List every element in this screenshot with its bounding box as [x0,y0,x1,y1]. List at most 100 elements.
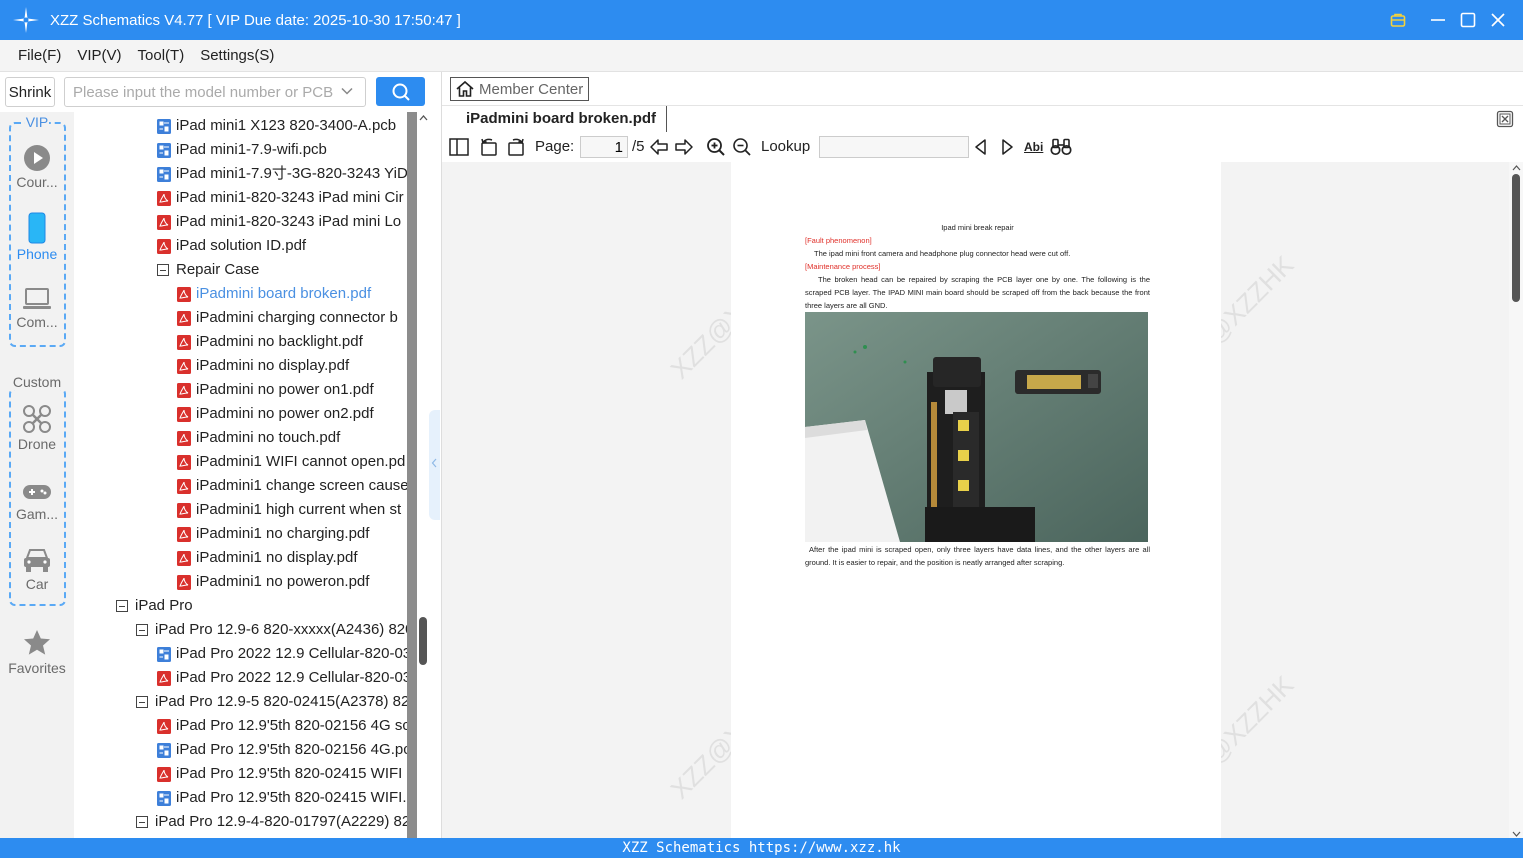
nav-item-course[interactable]: Cour... [0,144,74,190]
tree-file-item[interactable]: iPadmini1 change screen cause [177,474,407,498]
menu-vip[interactable]: VIP(V) [77,47,121,64]
tree-file-item[interactable]: iPad mini1-7.9寸-3G-820-3243 YiD [157,162,407,186]
sidebar-toggle-button[interactable] [449,137,469,157]
nav-item-phone[interactable]: Phone [0,212,74,262]
vip-bag-icon[interactable] [1383,0,1413,40]
tree-folder[interactable]: iPad Pro [116,594,193,618]
nav-item-label: Com... [16,314,58,330]
member-center-button[interactable]: Member Center [450,77,589,101]
tree-file-item[interactable]: iPad Pro 12.9'5th 820-02415 WIFI.p [157,786,407,810]
tree-file-item[interactable]: iPad Pro 12.9'5th 820-02156 4G sc [157,714,407,738]
tree-item-label: iPadmini no backlight.pdf [196,333,363,350]
tree-file-item[interactable]: iPadmini1 high current when st [177,498,401,522]
scroll-down-icon[interactable] [1512,830,1521,838]
rotate-right-button[interactable] [506,137,526,157]
tree-item-label: iPadmini1 change screen cause [196,477,407,494]
tree-file-item[interactable]: iPad mini1-7.9-wifi.pcb [157,138,327,162]
find-next-button[interactable] [999,137,1015,157]
viewer-scrollbar[interactable] [1509,162,1523,838]
close-button[interactable] [1483,0,1513,40]
match-case-button[interactable]: Abi [1024,137,1043,157]
tree-file-item[interactable]: iPad mini1-820-3243 iPad mini Cir [157,186,404,210]
rotate-left-button[interactable] [479,137,499,157]
tree-file-item[interactable]: iPadmini no power on1.pdf [177,378,374,402]
tree-file-item[interactable]: iPad Pro 12.9'5th 820-02415 WIFI s [157,762,407,786]
pcb-file-icon [157,790,171,806]
title-bar: XZZ Schematics V4.77 [ VIP Due date: 202… [0,0,1523,40]
tree-file-item[interactable]: iPad Pro 12.9'5th 820-02156 4G.pc [157,738,407,762]
shrink-button[interactable]: Shrink [5,77,55,107]
tree-file-item[interactable]: iPadmini1 no display.pdf [177,546,357,570]
tree-item-label: iPad solution ID.pdf [176,237,307,254]
viewer-scroll-thumb[interactable] [1512,174,1520,302]
nav-item-car[interactable]: Car [0,546,74,592]
tab-document[interactable]: iPadmini board broken.pdf [456,106,668,132]
tree-file-item[interactable]: iPadmini charging connector b [177,306,398,330]
doc-caption: After the ipad mini is scraped open, onl… [805,545,1150,567]
board-photo [805,312,1148,542]
pdf-file-icon [177,334,191,350]
nav-item-favorites[interactable]: Favorites [0,628,74,676]
tree-folder[interactable]: iPad Pro 12.9-6 820-xxxxx(A2436) 820 [136,618,407,642]
minimize-button[interactable] [1423,0,1453,40]
pdf-file-icon [157,718,171,734]
tree-file-item[interactable]: iPad Pro 2022 12.9 Cellular-820-03 [157,642,407,666]
nav-item-game[interactable]: Gam... [0,480,74,522]
maximize-button[interactable] [1453,0,1483,40]
zoom-in-button[interactable] [706,137,726,157]
doc-maint-label: [Maintenance process] [805,262,881,271]
menu-tool[interactable]: Tool(T) [138,47,185,64]
nav-item-drone[interactable]: Drone [0,404,74,452]
tree-file-item[interactable]: iPad mini1 X123 820-3400-A.pcb [157,114,396,138]
car-icon [24,549,50,572]
find-prev-button[interactable] [973,137,989,157]
search-input[interactable] [64,77,366,107]
tree-file-item[interactable]: iPadmini no backlight.pdf [177,330,363,354]
scroll-up-icon[interactable] [419,114,428,123]
zoom-out-button[interactable] [732,137,752,157]
chevron-down-icon[interactable] [340,84,354,98]
tree-file-item[interactable]: iPadmini no display.pdf [177,354,349,378]
tree-file-item[interactable]: iPad solution ID.pdf [157,234,306,258]
nav-item-computer[interactable]: Com... [0,286,74,330]
menu-settings[interactable]: Settings(S) [200,47,274,64]
tree-item-label: iPadmini board broken.pdf [196,285,372,302]
tree-file-item[interactable]: iPadmini1 no charging.pdf [177,522,369,546]
tree-item-label: iPadmini no power on2.pdf [196,405,374,422]
next-page-button[interactable] [674,137,694,157]
panel-splitter[interactable] [429,410,440,520]
tree-file-item[interactable]: iPad mini1-820-3243 iPad mini Lo [157,210,401,234]
tree-file-item[interactable]: iPad Pro 2022 12.9 Cellular-820-03 [157,666,407,690]
close-tab-icon[interactable] [1496,110,1514,128]
pdf-file-icon [177,502,191,518]
pdf-file-icon [177,382,191,398]
search-icon [392,83,410,101]
prev-page-button[interactable] [649,137,669,157]
pdf-file-icon [177,310,191,326]
tree-item-label: iPadmini no display.pdf [196,357,350,374]
tree-file-item[interactable]: iPadmini1 WIFI cannot open.pd [177,450,405,474]
tree-scroll-thumb[interactable] [419,617,427,665]
pdf-file-icon [157,238,171,254]
tree-file-item[interactable]: iPadmini1 no poweron.pdf [177,570,369,594]
tree-folder[interactable]: Repair Case [157,258,259,282]
lookup-input[interactable] [819,136,969,158]
pcb-file-icon [157,646,171,662]
tree-folder[interactable]: iPad Pro 12.9-4-820-01797(A2229) 82 [136,810,407,834]
binoculars-button[interactable] [1050,137,1072,157]
tree-file-item[interactable]: iPadmini no touch.pdf [177,426,340,450]
tree-folder[interactable]: iPad Pro 12.9-5 820-02415(A2378) 82 [136,690,407,714]
star-icon [24,630,50,655]
doc-fault-label: [Fault phenomenon] [805,236,872,245]
binoculars-icon [1050,138,1072,156]
tree-file-item[interactable]: iPadmini board broken.pdf [177,282,371,306]
pdf-viewer[interactable]: XZZ@XZZHK XZZ@XZZHK XZZ@XZZHK XZZ@XZZHK … [442,162,1523,838]
tree-file-item[interactable]: iPadmini no power on2.pdf [177,402,374,426]
scroll-up-icon[interactable] [1512,164,1521,172]
tree-item-label: iPad Pro 12.9-4-820-01797(A2229) 82 [155,813,407,830]
menu-file[interactable]: File(F) [18,47,61,64]
doc-maint-text: The broken head can be repaired by scrap… [805,275,1150,310]
document-tabs: iPadmini board broken.pdf [442,106,1523,132]
page-number-input[interactable] [580,136,628,158]
search-button[interactable] [376,77,425,106]
